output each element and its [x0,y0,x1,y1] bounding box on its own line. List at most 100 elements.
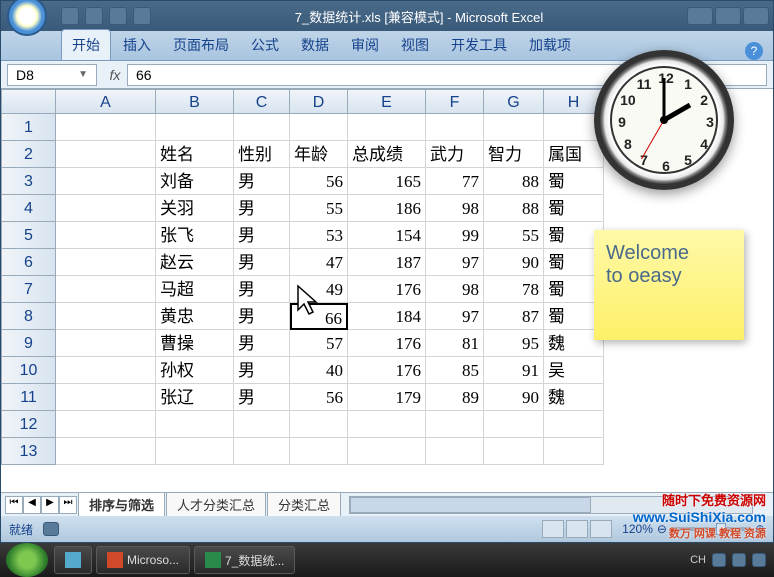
cell-D5[interactable]: 53 [290,222,348,249]
cell-H2[interactable]: 属国 [544,141,604,168]
cell-D7[interactable]: 49 [290,276,348,303]
cell-G1[interactable] [484,114,544,141]
cell-G7[interactable]: 78 [484,276,544,303]
row-header-9[interactable]: 9 [1,330,56,357]
clock-gadget[interactable]: 121234567891011 [594,50,734,190]
cell-A11[interactable] [56,384,156,411]
row-header-13[interactable]: 13 [1,438,56,465]
cell-E4[interactable]: 186 [348,195,426,222]
cell-C10[interactable]: 男 [234,357,290,384]
tab-view[interactable]: 视图 [391,30,439,60]
cell-G8[interactable]: 87 [484,303,544,330]
cell-H13[interactable] [544,438,604,465]
cell-A10[interactable] [56,357,156,384]
cell-A4[interactable] [56,195,156,222]
row-header-5[interactable]: 5 [1,222,56,249]
sheet-next-button[interactable]: ▶ [41,496,59,514]
cell-G3[interactable]: 88 [484,168,544,195]
cell-B12[interactable] [156,411,234,438]
maximize-button[interactable] [715,7,741,25]
cell-B13[interactable] [156,438,234,465]
sheet-first-button[interactable]: ⏮ [5,496,23,514]
cell-D10[interactable]: 40 [290,357,348,384]
cell-C4[interactable]: 男 [234,195,290,222]
page-break-view-button[interactable] [590,520,612,538]
minimize-button[interactable] [687,7,713,25]
cell-A8[interactable] [56,303,156,330]
sheet-tab-1[interactable]: 排序与筛选 [78,492,165,516]
select-all-corner[interactable] [1,89,56,114]
column-header-F[interactable]: F [426,89,484,114]
cell-E1[interactable] [348,114,426,141]
cell-D2[interactable]: 年龄 [290,141,348,168]
tab-data[interactable]: 数据 [291,30,339,60]
cell-C11[interactable]: 男 [234,384,290,411]
save-icon[interactable] [61,7,79,25]
print-icon[interactable] [133,7,151,25]
page-layout-view-button[interactable] [566,520,588,538]
column-header-A[interactable]: A [56,89,156,114]
cell-E8[interactable]: 184 [348,303,426,330]
cell-C6[interactable]: 男 [234,249,290,276]
cell-B9[interactable]: 曹操 [156,330,234,357]
tab-page-layout[interactable]: 页面布局 [163,30,239,60]
cell-G6[interactable]: 90 [484,249,544,276]
cell-A9[interactable] [56,330,156,357]
cell-B3[interactable]: 刘备 [156,168,234,195]
cell-D4[interactable]: 55 [290,195,348,222]
cell-C5[interactable]: 男 [234,222,290,249]
row-header-10[interactable]: 10 [1,357,56,384]
cell-F11[interactable]: 89 [426,384,484,411]
cell-E5[interactable]: 154 [348,222,426,249]
normal-view-button[interactable] [542,520,564,538]
sheet-tab-2[interactable]: 人才分类汇总 [166,492,266,516]
cell-E6[interactable]: 187 [348,249,426,276]
cell-E9[interactable]: 176 [348,330,426,357]
cell-F6[interactable]: 97 [426,249,484,276]
cell-G9[interactable]: 95 [484,330,544,357]
cell-H4[interactable]: 蜀 [544,195,604,222]
ime-indicator[interactable]: CH [690,554,706,566]
row-header-6[interactable]: 6 [1,249,56,276]
cell-C9[interactable]: 男 [234,330,290,357]
taskbar-item-excel[interactable]: 7_数据统... [194,546,295,574]
cell-F2[interactable]: 武力 [426,141,484,168]
name-box[interactable]: D8 ▼ [7,64,97,86]
cell-D3[interactable]: 56 [290,168,348,195]
row-header-11[interactable]: 11 [1,384,56,411]
sheet-last-button[interactable]: ⏭ [59,496,77,514]
cell-E10[interactable]: 176 [348,357,426,384]
row-header-3[interactable]: 3 [1,168,56,195]
cell-B4[interactable]: 关羽 [156,195,234,222]
cell-A2[interactable] [56,141,156,168]
tab-developer[interactable]: 开发工具 [441,30,517,60]
cell-B7[interactable]: 马超 [156,276,234,303]
tab-addins[interactable]: 加载项 [519,30,581,60]
tray-icon[interactable] [712,553,726,567]
cell-C7[interactable]: 男 [234,276,290,303]
taskbar-item-powerpoint[interactable]: Microso... [96,546,190,574]
cell-A3[interactable] [56,168,156,195]
cell-D13[interactable] [290,438,348,465]
cell-F4[interactable]: 98 [426,195,484,222]
cell-E11[interactable]: 179 [348,384,426,411]
cell-G5[interactable]: 55 [484,222,544,249]
cell-E7[interactable]: 176 [348,276,426,303]
row-header-7[interactable]: 7 [1,276,56,303]
cell-G12[interactable] [484,411,544,438]
cell-C3[interactable]: 男 [234,168,290,195]
fx-button[interactable]: fx [103,67,127,83]
column-header-G[interactable]: G [484,89,544,114]
cell-H11[interactable]: 魏 [544,384,604,411]
row-header-12[interactable]: 12 [1,411,56,438]
tab-home[interactable]: 开始 [61,29,111,60]
row-header-4[interactable]: 4 [1,195,56,222]
cell-D9[interactable]: 57 [290,330,348,357]
cell-H10[interactable]: 吴 [544,357,604,384]
cell-B5[interactable]: 张飞 [156,222,234,249]
column-header-D[interactable]: D [290,89,348,114]
cell-C2[interactable]: 性别 [234,141,290,168]
cell-F3[interactable]: 77 [426,168,484,195]
cell-B10[interactable]: 孙权 [156,357,234,384]
cell-G4[interactable]: 88 [484,195,544,222]
